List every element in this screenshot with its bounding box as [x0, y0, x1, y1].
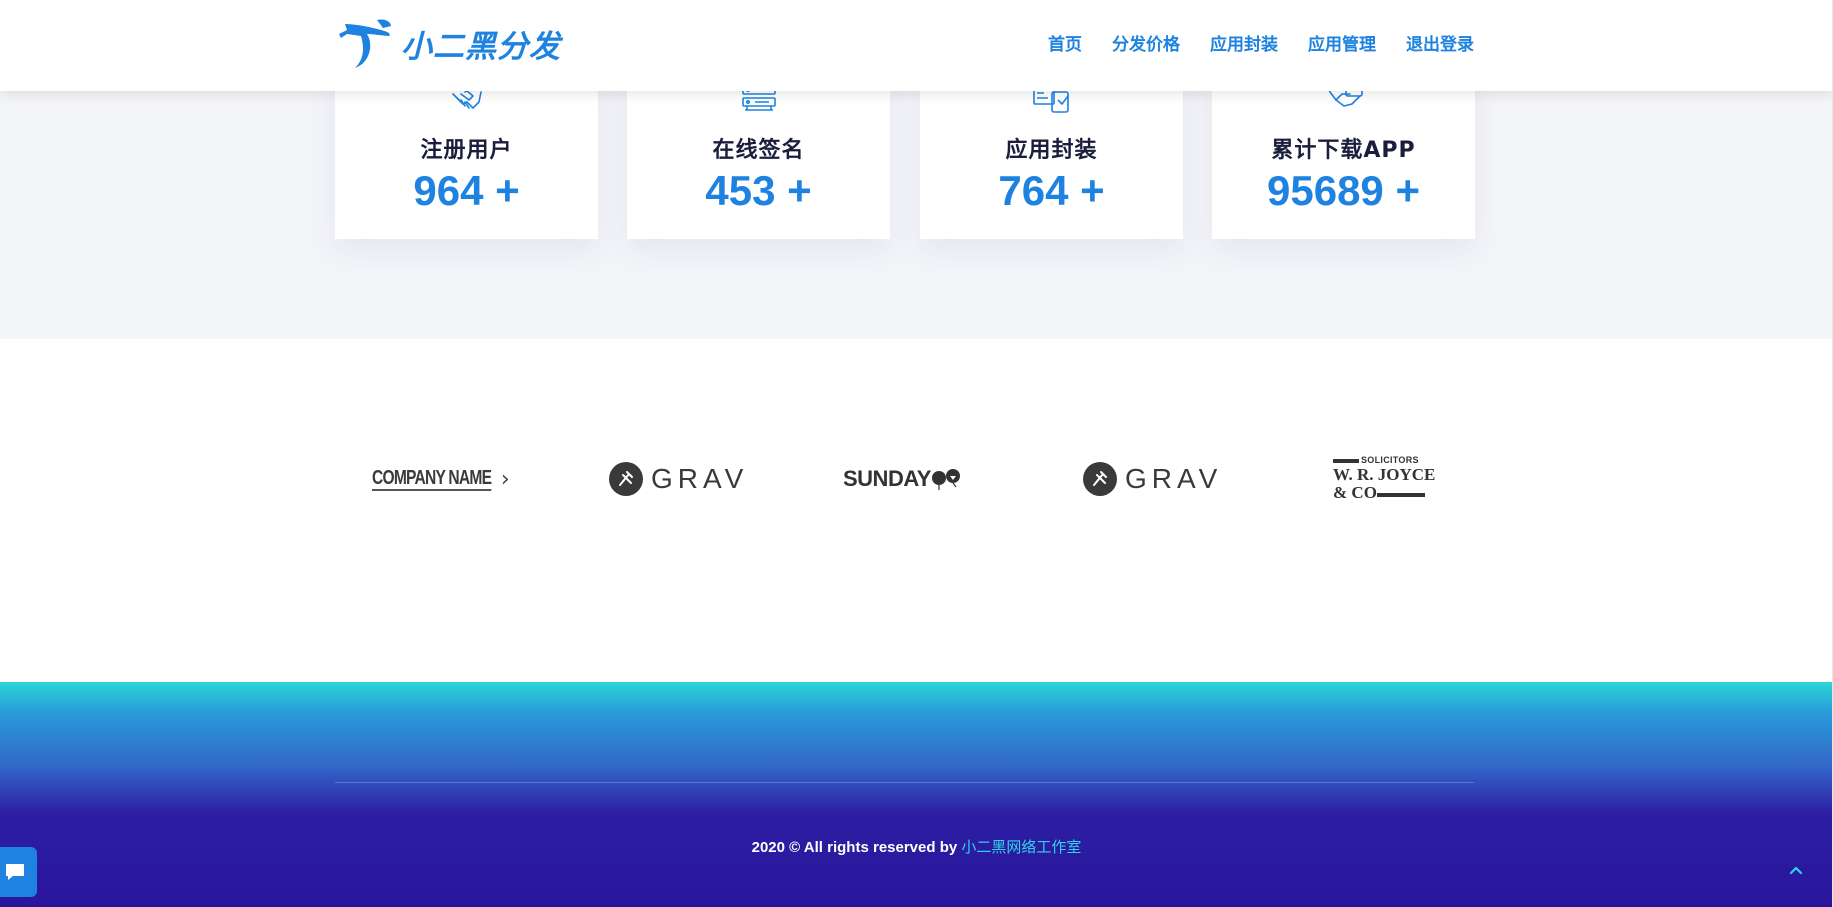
- partners-section: COMPANY NAME › GRAV SUNDAY GRAV SOLICITO…: [0, 339, 1833, 682]
- grav-emblem-icon: [1083, 462, 1117, 496]
- partner-logo-sunday: SUNDAY: [843, 457, 965, 501]
- partner-logo-company-name: COMPANY NAME ›: [372, 457, 510, 501]
- main-nav: 首页 分发价格 应用封装 应用管理 退出登录: [1048, 30, 1474, 55]
- company-name-logo-text: COMPANY NAME: [372, 467, 492, 491]
- stat-value: 764 +: [998, 167, 1105, 214]
- grav-emblem-icon: [609, 462, 643, 496]
- nav-app-packaging[interactable]: 应用封装: [1210, 30, 1278, 55]
- sunday-logo-text: SUNDAY: [843, 466, 931, 491]
- stat-label: 累计下载APP: [1271, 138, 1416, 163]
- logo-text: 小二黑分发: [401, 28, 561, 65]
- stat-label: 注册用户: [420, 138, 513, 163]
- balloons-icon: [931, 469, 960, 490]
- chat-bubble-icon: [5, 864, 24, 880]
- copyright: 2020 © All rights reserved by 小二黑网络工作室: [0, 836, 1833, 857]
- site-logo[interactable]: 小二黑分发: [337, 14, 561, 72]
- joyce-main-text: W. R. JOYCE: [1333, 465, 1436, 484]
- site-footer: 2020 © All rights reserved by 小二黑网络工作室: [0, 682, 1833, 907]
- chevron-up-icon: [1789, 866, 1803, 875]
- stat-label: 在线签名: [712, 138, 805, 163]
- joyce-solicitors-text: SOLICITORS: [1361, 455, 1419, 465]
- stat-value: 95689 +: [1267, 167, 1420, 214]
- nav-app-management[interactable]: 应用管理: [1308, 30, 1376, 55]
- plane-logo-icon: [339, 19, 391, 68]
- copyright-text: 2020 © All rights reserved by: [751, 839, 962, 856]
- joyce-top-bar: [1333, 459, 1359, 463]
- stat-label: 应用封装: [1005, 138, 1098, 163]
- joyce-co-text: & CO: [1333, 483, 1377, 502]
- partner-logo-wr-joyce: SOLICITORS W. R. JOYCE & CO: [1333, 453, 1435, 503]
- back-to-top-button[interactable]: [1784, 858, 1808, 882]
- nav-logout[interactable]: 退出登录: [1406, 30, 1474, 55]
- chat-button[interactable]: [0, 847, 37, 897]
- nav-home[interactable]: 首页: [1048, 30, 1082, 55]
- stat-value: 453 +: [705, 167, 812, 214]
- studio-link[interactable]: 小二黑网络工作室: [961, 839, 1081, 856]
- page: 注册用户 964 + 在线签名 453 + 应用封装 764 + 累计下载APP…: [0, 0, 1833, 907]
- joyce-bottom-bar: [1377, 493, 1425, 497]
- partner-logo-grav: GRAV: [1083, 457, 1222, 501]
- chevron-right-icon: ›: [500, 466, 510, 492]
- grav-logo-text: GRAV: [1125, 463, 1223, 494]
- grav-logo-text: GRAV: [651, 463, 749, 494]
- site-header: 小二黑分发 首页 分发价格 应用封装 应用管理 退出登录: [0, 0, 1833, 91]
- nav-pricing[interactable]: 分发价格: [1112, 30, 1180, 55]
- partner-logo-grav: GRAV: [609, 457, 748, 501]
- stat-value: 964 +: [413, 167, 520, 214]
- footer-divider: [335, 782, 1474, 783]
